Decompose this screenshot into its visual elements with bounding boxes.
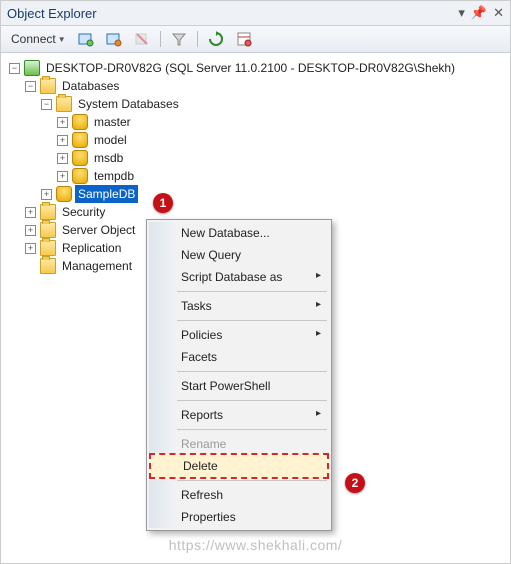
callout-badge-1: 1 xyxy=(153,193,173,213)
database-icon xyxy=(72,114,88,130)
server-icon xyxy=(24,60,40,76)
menu-item-label: Start PowerShell xyxy=(181,379,270,393)
connect-label: Connect xyxy=(11,32,56,46)
toolbar-refresh-icon[interactable] xyxy=(204,29,228,49)
menu-separator xyxy=(177,429,327,430)
system-db-item[interactable]: + msdb xyxy=(5,149,506,167)
menu-refresh[interactable]: Refresh xyxy=(149,484,329,506)
menu-separator xyxy=(177,291,327,292)
menu-policies[interactable]: Policies xyxy=(149,324,329,346)
watermark-text: https://www.shekhali.com/ xyxy=(1,537,510,553)
menu-item-label: Delete xyxy=(183,459,218,473)
collapse-icon[interactable]: − xyxy=(9,63,20,74)
folder-open-icon xyxy=(56,96,72,112)
database-icon xyxy=(72,168,88,184)
dropdown-icon[interactable]: ▾ xyxy=(458,5,465,21)
folder-open-icon xyxy=(40,78,56,94)
menu-new-query[interactable]: New Query xyxy=(149,244,329,266)
menu-reports[interactable]: Reports xyxy=(149,404,329,426)
menu-item-label: Refresh xyxy=(181,488,223,502)
user-db-item-selected[interactable]: + SampleDB xyxy=(5,185,506,203)
node-label: Security xyxy=(59,203,108,221)
database-icon xyxy=(72,132,88,148)
folder-icon xyxy=(40,258,56,274)
db-label: tempdb xyxy=(91,167,137,185)
databases-node[interactable]: − Databases xyxy=(5,77,506,95)
menu-start-powershell[interactable]: Start PowerShell xyxy=(149,375,329,397)
server-label: DESKTOP-DR0V82G (SQL Server 11.0.2100 - … xyxy=(43,59,458,77)
menu-tasks[interactable]: Tasks xyxy=(149,295,329,317)
menu-item-label: Tasks xyxy=(181,299,212,313)
menu-properties[interactable]: Properties xyxy=(149,506,329,528)
databases-label: Databases xyxy=(59,77,122,95)
system-db-item[interactable]: + model xyxy=(5,131,506,149)
menu-item-label: Script Database as xyxy=(181,270,282,284)
menu-item-label: Properties xyxy=(181,510,236,524)
selected-db-label: SampleDB xyxy=(75,185,138,203)
expand-icon[interactable]: + xyxy=(41,189,52,200)
toolbar: Connect ▼ xyxy=(1,26,510,53)
collapse-icon[interactable]: − xyxy=(41,99,52,110)
menu-separator xyxy=(177,320,327,321)
node-label: Management xyxy=(59,257,135,275)
menu-item-label: Reports xyxy=(181,408,223,422)
expand-icon[interactable]: + xyxy=(25,243,36,254)
expand-icon[interactable]: + xyxy=(57,117,68,128)
no-expand-icon xyxy=(25,261,36,272)
toolbar-disconnect-icon[interactable] xyxy=(102,29,126,49)
folder-icon xyxy=(40,204,56,220)
callout-number: 1 xyxy=(160,196,167,210)
system-databases-node[interactable]: − System Databases xyxy=(5,95,506,113)
expand-icon[interactable]: + xyxy=(57,171,68,182)
menu-item-label: New Query xyxy=(181,248,241,262)
expand-icon[interactable]: + xyxy=(57,135,68,146)
system-db-item[interactable]: + tempdb xyxy=(5,167,506,185)
chevron-down-icon: ▼ xyxy=(58,35,66,44)
toolbar-summary-icon[interactable] xyxy=(232,29,256,49)
db-label: msdb xyxy=(91,149,126,167)
menu-item-label: New Database... xyxy=(181,226,270,240)
close-icon[interactable]: ✕ xyxy=(493,5,504,21)
toolbar-separator xyxy=(197,31,198,47)
system-db-label: System Databases xyxy=(75,95,182,113)
node-label: Server Object xyxy=(59,221,138,239)
database-icon xyxy=(72,150,88,166)
db-label: model xyxy=(91,131,130,149)
collapse-icon[interactable]: − xyxy=(25,81,36,92)
server-node[interactable]: − DESKTOP-DR0V82G (SQL Server 11.0.2100 … xyxy=(5,59,506,77)
folder-icon xyxy=(40,222,56,238)
expand-icon[interactable]: + xyxy=(25,207,36,218)
pin-icon[interactable]: 📌 xyxy=(471,5,487,21)
menu-item-label: Rename xyxy=(181,437,226,451)
menu-new-database[interactable]: New Database... xyxy=(149,222,329,244)
menu-separator xyxy=(177,400,327,401)
panel-titlebar: Object Explorer ▾ 📌 ✕ xyxy=(1,1,510,26)
callout-number: 2 xyxy=(352,476,359,490)
menu-script-database[interactable]: Script Database as xyxy=(149,266,329,288)
toolbar-separator xyxy=(160,31,161,47)
expand-icon[interactable]: + xyxy=(25,225,36,236)
folder-icon xyxy=(40,240,56,256)
toolbar-stop-icon[interactable] xyxy=(130,29,154,49)
connect-button[interactable]: Connect ▼ xyxy=(7,30,70,48)
database-icon xyxy=(56,186,72,202)
menu-rename: Rename xyxy=(149,433,329,455)
menu-separator xyxy=(177,371,327,372)
menu-delete[interactable]: Delete xyxy=(149,453,329,479)
system-db-item[interactable]: + master xyxy=(5,113,506,131)
node-label: Replication xyxy=(59,239,124,257)
menu-separator xyxy=(177,480,327,481)
expand-icon[interactable]: + xyxy=(57,153,68,164)
menu-item-label: Policies xyxy=(181,328,222,342)
context-menu: New Database... New Query Script Databas… xyxy=(146,219,332,531)
toolbar-filter-icon[interactable] xyxy=(167,29,191,49)
panel-title: Object Explorer xyxy=(7,6,452,21)
callout-badge-2: 2 xyxy=(345,473,365,493)
toolbar-connect-icon[interactable] xyxy=(74,29,98,49)
menu-facets[interactable]: Facets xyxy=(149,346,329,368)
menu-item-label: Facets xyxy=(181,350,217,364)
db-label: master xyxy=(91,113,134,131)
